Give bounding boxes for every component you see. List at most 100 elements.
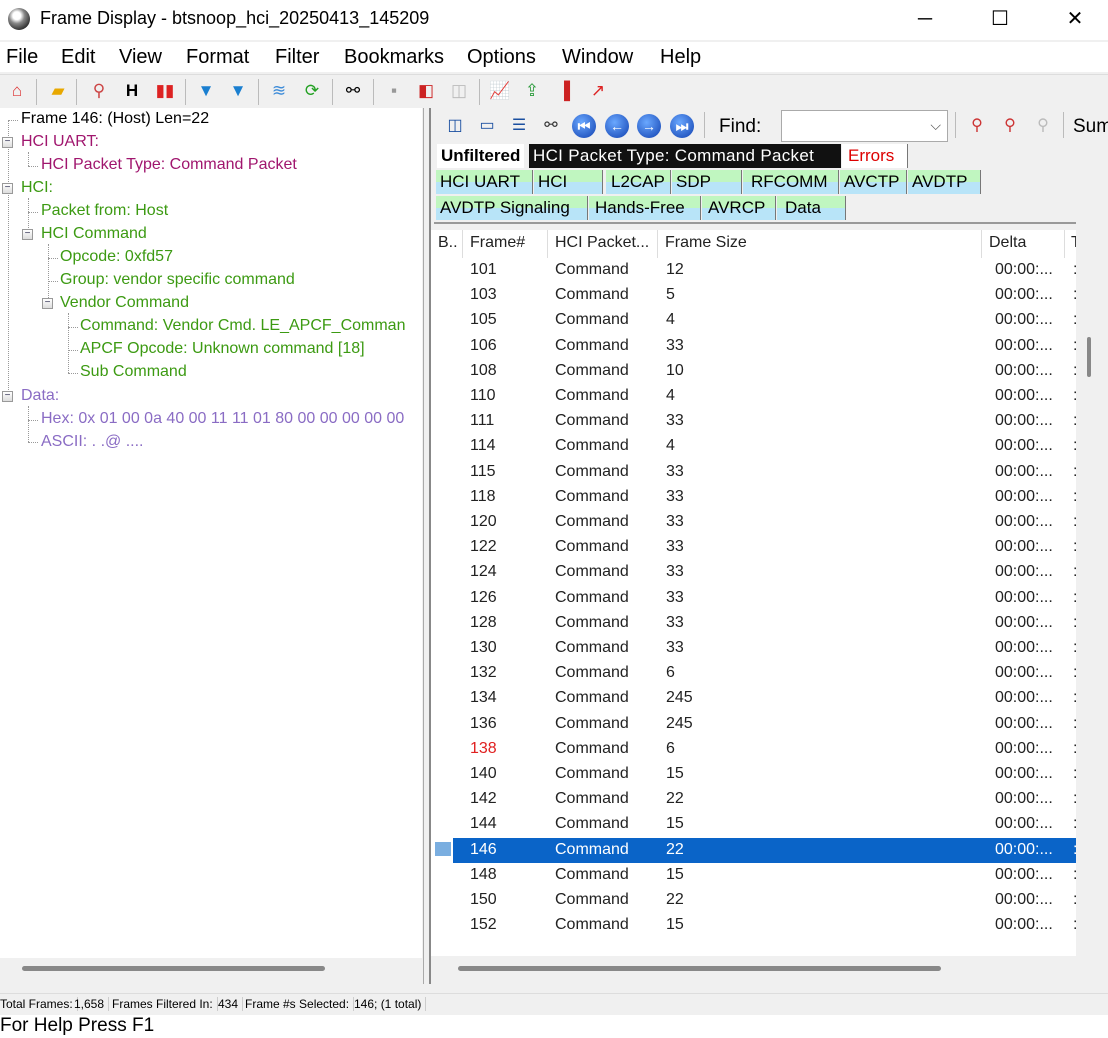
table-row[interactable]: 120Command3300:00:...:	[431, 510, 1076, 535]
layout-list-icon[interactable]: ☰	[505, 112, 533, 140]
magnifier-icon[interactable]: ⚲	[87, 79, 111, 103]
table-row[interactable]: 128Command3300:00:...:	[431, 611, 1076, 636]
collapse-icon[interactable]: −	[2, 183, 13, 194]
table-row[interactable]: 138Command600:00:...:	[431, 737, 1076, 762]
tab-rfcomm[interactable]: RFCOMM	[743, 170, 839, 194]
tab-hci[interactable]: HCI	[534, 170, 603, 194]
bookmark-book-icon[interactable]: ◧	[414, 79, 438, 103]
menu-help[interactable]: Help	[660, 46, 701, 69]
line-chart-icon[interactable]: 📈	[488, 79, 512, 103]
frame-list[interactable]: B.. Frame# HCI Packet... Frame Size Delt…	[431, 230, 1076, 956]
table-row[interactable]: 108Command1000:00:...:	[431, 359, 1076, 384]
tree-ascii[interactable]: ASCII: . .@ ....	[41, 433, 143, 451]
note-icon[interactable]: ▪	[382, 79, 406, 103]
table-row[interactable]: 105Command400:00:...:	[431, 308, 1076, 333]
tree-opcode[interactable]: Opcode: 0xfd57	[60, 248, 173, 266]
tree-hci-uart[interactable]: HCI UART:	[21, 133, 99, 151]
tree-vendor-command[interactable]: Vendor Command	[60, 294, 189, 312]
list-vertical-scrollbar[interactable]	[1076, 230, 1108, 956]
hex-icon[interactable]: H	[120, 79, 144, 103]
decode-icon[interactable]: ▮▮	[153, 79, 177, 103]
collapse-icon[interactable]: −	[2, 137, 13, 148]
menu-edit[interactable]: Edit	[61, 46, 95, 69]
tree-hci[interactable]: HCI:	[21, 179, 53, 197]
collapse-icon[interactable]: −	[42, 298, 53, 309]
layout-window-icon[interactable]: ▭	[473, 112, 501, 140]
table-row[interactable]: 118Command3300:00:...:	[431, 485, 1076, 510]
menu-window[interactable]: Window	[562, 46, 633, 69]
tab-data[interactable]: Data	[777, 196, 846, 220]
chevron-down-icon[interactable]: ⌵	[930, 117, 941, 134]
find-previous-icon[interactable]: ⚲	[963, 112, 991, 140]
table-row[interactable]: 148Command1500:00:...:	[431, 863, 1076, 888]
table-row[interactable]: 124Command3300:00:...:	[431, 560, 1076, 585]
tab-avrcp[interactable]: AVRCP	[702, 196, 776, 220]
tab-avdtp[interactable]: AVDTP	[908, 170, 981, 194]
tab-avdtp-signaling[interactable]: AVDTP Signaling	[436, 196, 588, 220]
tab-l2cap[interactable]: L2CAP	[606, 170, 671, 194]
collapse-icon[interactable]: −	[22, 229, 33, 240]
export-icon[interactable]: ⇪	[520, 79, 544, 103]
tree-hci-command[interactable]: HCI Command	[41, 225, 147, 243]
open-folder-icon[interactable]: ▰	[46, 79, 70, 103]
table-row[interactable]: 114Command400:00:...:	[431, 434, 1076, 459]
decode-tree-pane[interactable]: Frame 146: (Host) Len=22 − HCI UART: HCI…	[0, 108, 422, 958]
previous-frame-icon[interactable]: ←	[605, 114, 629, 138]
menu-format[interactable]: Format	[186, 46, 249, 69]
last-frame-icon[interactable]: ⏭	[670, 114, 694, 138]
close-button[interactable]: ✕	[1060, 6, 1090, 32]
table-row[interactable]: 132Command600:00:...:	[431, 661, 1076, 686]
menu-view[interactable]: View	[119, 46, 162, 69]
column-header-delta[interactable]: Delta	[989, 234, 1026, 252]
menu-options[interactable]: Options	[467, 46, 536, 69]
tab-unfiltered[interactable]: Unfiltered	[437, 144, 525, 168]
tree-frame-summary[interactable]: Frame 146: (Host) Len=22	[21, 110, 209, 128]
column-header-frame-size[interactable]: Frame Size	[665, 234, 747, 252]
tree-sub-command[interactable]: Sub Command	[80, 363, 187, 381]
first-frame-icon[interactable]: ⏮	[572, 114, 596, 138]
table-row[interactable]: 140Command1500:00:...:	[431, 762, 1076, 787]
list-scroll-thumb[interactable]	[1087, 337, 1091, 377]
table-row[interactable]: 111Command3300:00:...:	[431, 409, 1076, 434]
tree-data[interactable]: Data:	[21, 387, 59, 405]
tab-hci-uart[interactable]: HCI UART	[436, 170, 533, 194]
table-row[interactable]: 101Command1200:00:...:	[431, 258, 1076, 283]
table-row[interactable]: 134Command24500:00:...:	[431, 686, 1076, 711]
bar-chart-icon[interactable]: ▐	[552, 79, 576, 103]
tab-sdp[interactable]: SDP	[672, 170, 742, 194]
find-clear-icon[interactable]: ⚲	[1029, 112, 1057, 140]
table-row[interactable]: 146Command2200:00:...:	[453, 837, 1076, 863]
table-row[interactable]: 144Command1500:00:...:	[431, 812, 1076, 837]
table-row[interactable]: 115Command3300:00:...:	[431, 460, 1076, 485]
menu-file[interactable]: File	[6, 46, 38, 69]
minimize-button[interactable]: ─	[910, 6, 940, 32]
column-header-bookmark[interactable]: B..	[438, 234, 458, 252]
tree-command[interactable]: Command: Vendor Cmd. LE_APCF_Comman	[80, 317, 405, 335]
home-icon[interactable]: ⌂	[5, 79, 29, 103]
table-row[interactable]: 110Command400:00:...:	[431, 384, 1076, 409]
find-input[interactable]: ⌵	[781, 110, 948, 142]
refresh-icon[interactable]: ⟳	[300, 79, 324, 103]
tree-group[interactable]: Group: vendor specific command	[60, 271, 295, 289]
table-row[interactable]: 142Command2200:00:...:	[431, 787, 1076, 812]
filter-icon[interactable]: ▼	[194, 79, 218, 103]
table-row[interactable]: 150Command2200:00:...:	[431, 888, 1076, 913]
pane-splitter[interactable]	[423, 108, 431, 984]
collapse-icon[interactable]: −	[2, 391, 13, 402]
open-book-icon[interactable]: ◫	[447, 79, 471, 103]
tab-avctp[interactable]: AVCTP	[840, 170, 907, 194]
list-horizontal-scrollbar[interactable]	[458, 966, 941, 971]
summary-label[interactable]: Sum	[1073, 116, 1108, 138]
tree-apcf-opcode[interactable]: APCF Opcode: Unknown command [18]	[80, 340, 365, 358]
table-row[interactable]: 126Command3300:00:...:	[431, 586, 1076, 611]
trend-chart-icon[interactable]: ↗	[586, 79, 610, 103]
binoculars-icon[interactable]: ⚯	[341, 79, 365, 103]
column-header-frame[interactable]: Frame#	[470, 234, 525, 252]
table-row[interactable]: 103Command500:00:...:	[431, 283, 1076, 308]
tab-errors[interactable]: Errors	[842, 144, 908, 168]
layout-pane-icon[interactable]: ◫	[441, 112, 469, 140]
column-header-hci-packet[interactable]: HCI Packet...	[555, 234, 649, 252]
tab-command-packet[interactable]: HCI Packet Type: Command Packet	[529, 144, 841, 168]
table-row[interactable]: 122Command3300:00:...:	[431, 535, 1076, 560]
find-next-icon[interactable]: ⚲	[996, 112, 1024, 140]
